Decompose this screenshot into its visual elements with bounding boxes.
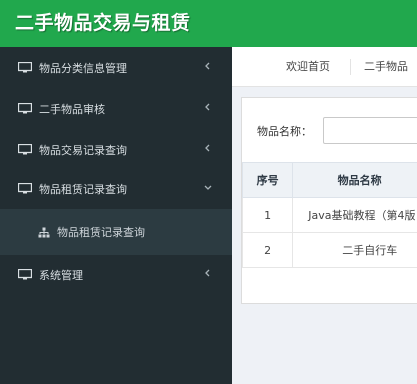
sidebar-item-trade-records[interactable]: 物品交易记录查询 (0, 129, 232, 170)
chevron-left-icon (205, 62, 210, 70)
chevron-down-icon (204, 185, 212, 190)
tab-second-hand-items[interactable]: 二手物品 (364, 47, 408, 87)
sidebar-item-category-management[interactable]: 物品分类信息管理 (0, 47, 232, 88)
table-row[interactable]: 2 二手自行车 (241, 232, 417, 268)
sidebar-item-label: 二手物品审核 (39, 102, 105, 116)
chevron-left-icon (205, 144, 210, 152)
tab-home[interactable]: 欢迎首页 (286, 47, 330, 87)
row-index-cell: 2 (241, 232, 294, 268)
tabs-bar: 欢迎首页 二手物品 (232, 47, 417, 87)
row-index-cell: 1 (241, 197, 294, 233)
sidebar-item-label: 物品分类信息管理 (39, 61, 127, 75)
monitor-icon (18, 144, 32, 155)
submenu-item-label: 物品租赁记录查询 (57, 226, 145, 239)
submenu-item-rental-records[interactable]: 物品租赁记录查询 (0, 209, 232, 255)
rental-records-table: 序号 物品名称 1 Java基础教程（第4版 2 二手自行车 (241, 162, 417, 268)
row-item-name-cell: 二手自行车 (292, 232, 417, 268)
monitor-icon (18, 62, 32, 73)
monitor-icon (18, 269, 32, 280)
app-title: 二手物品交易与租赁 (15, 12, 191, 34)
tab-divider (350, 59, 351, 75)
sidebar-item-label: 系统管理 (39, 268, 83, 282)
top-header: 二手物品交易与租赁 (0, 0, 417, 47)
chevron-left-icon (205, 103, 210, 111)
monitor-icon (18, 183, 32, 194)
sidebar: 物品分类信息管理 二手物品审核 物品交易记录查询 物品租赁记录查询 物品租赁记录… (0, 47, 232, 384)
content-panel: 物品名称： 序号 物品名称 1 Java基础教程（第4版 2 二手自行车 (241, 97, 417, 304)
sidebar-item-label: 物品交易记录查询 (39, 143, 127, 157)
column-header-item-name[interactable]: 物品名称 (292, 162, 417, 198)
search-label: 物品名称： (257, 125, 312, 138)
monitor-icon (18, 103, 32, 114)
rental-submenu: 物品租赁记录查询 (0, 209, 232, 255)
chevron-left-icon (205, 269, 210, 277)
sitemap-icon (38, 227, 50, 237)
column-header-index[interactable]: 序号 (241, 162, 294, 198)
sidebar-item-label: 物品租赁记录查询 (39, 182, 127, 196)
table-row[interactable]: 1 Java基础教程（第4版 (241, 197, 417, 233)
sidebar-item-system-management[interactable]: 系统管理 (0, 254, 232, 295)
table-header-row: 序号 物品名称 (241, 162, 417, 198)
row-item-name-cell: Java基础教程（第4版 (292, 197, 417, 233)
item-name-search-input[interactable] (323, 117, 417, 144)
sidebar-item-item-review[interactable]: 二手物品审核 (0, 88, 232, 129)
sidebar-item-rental-records[interactable]: 物品租赁记录查询 (0, 168, 232, 209)
